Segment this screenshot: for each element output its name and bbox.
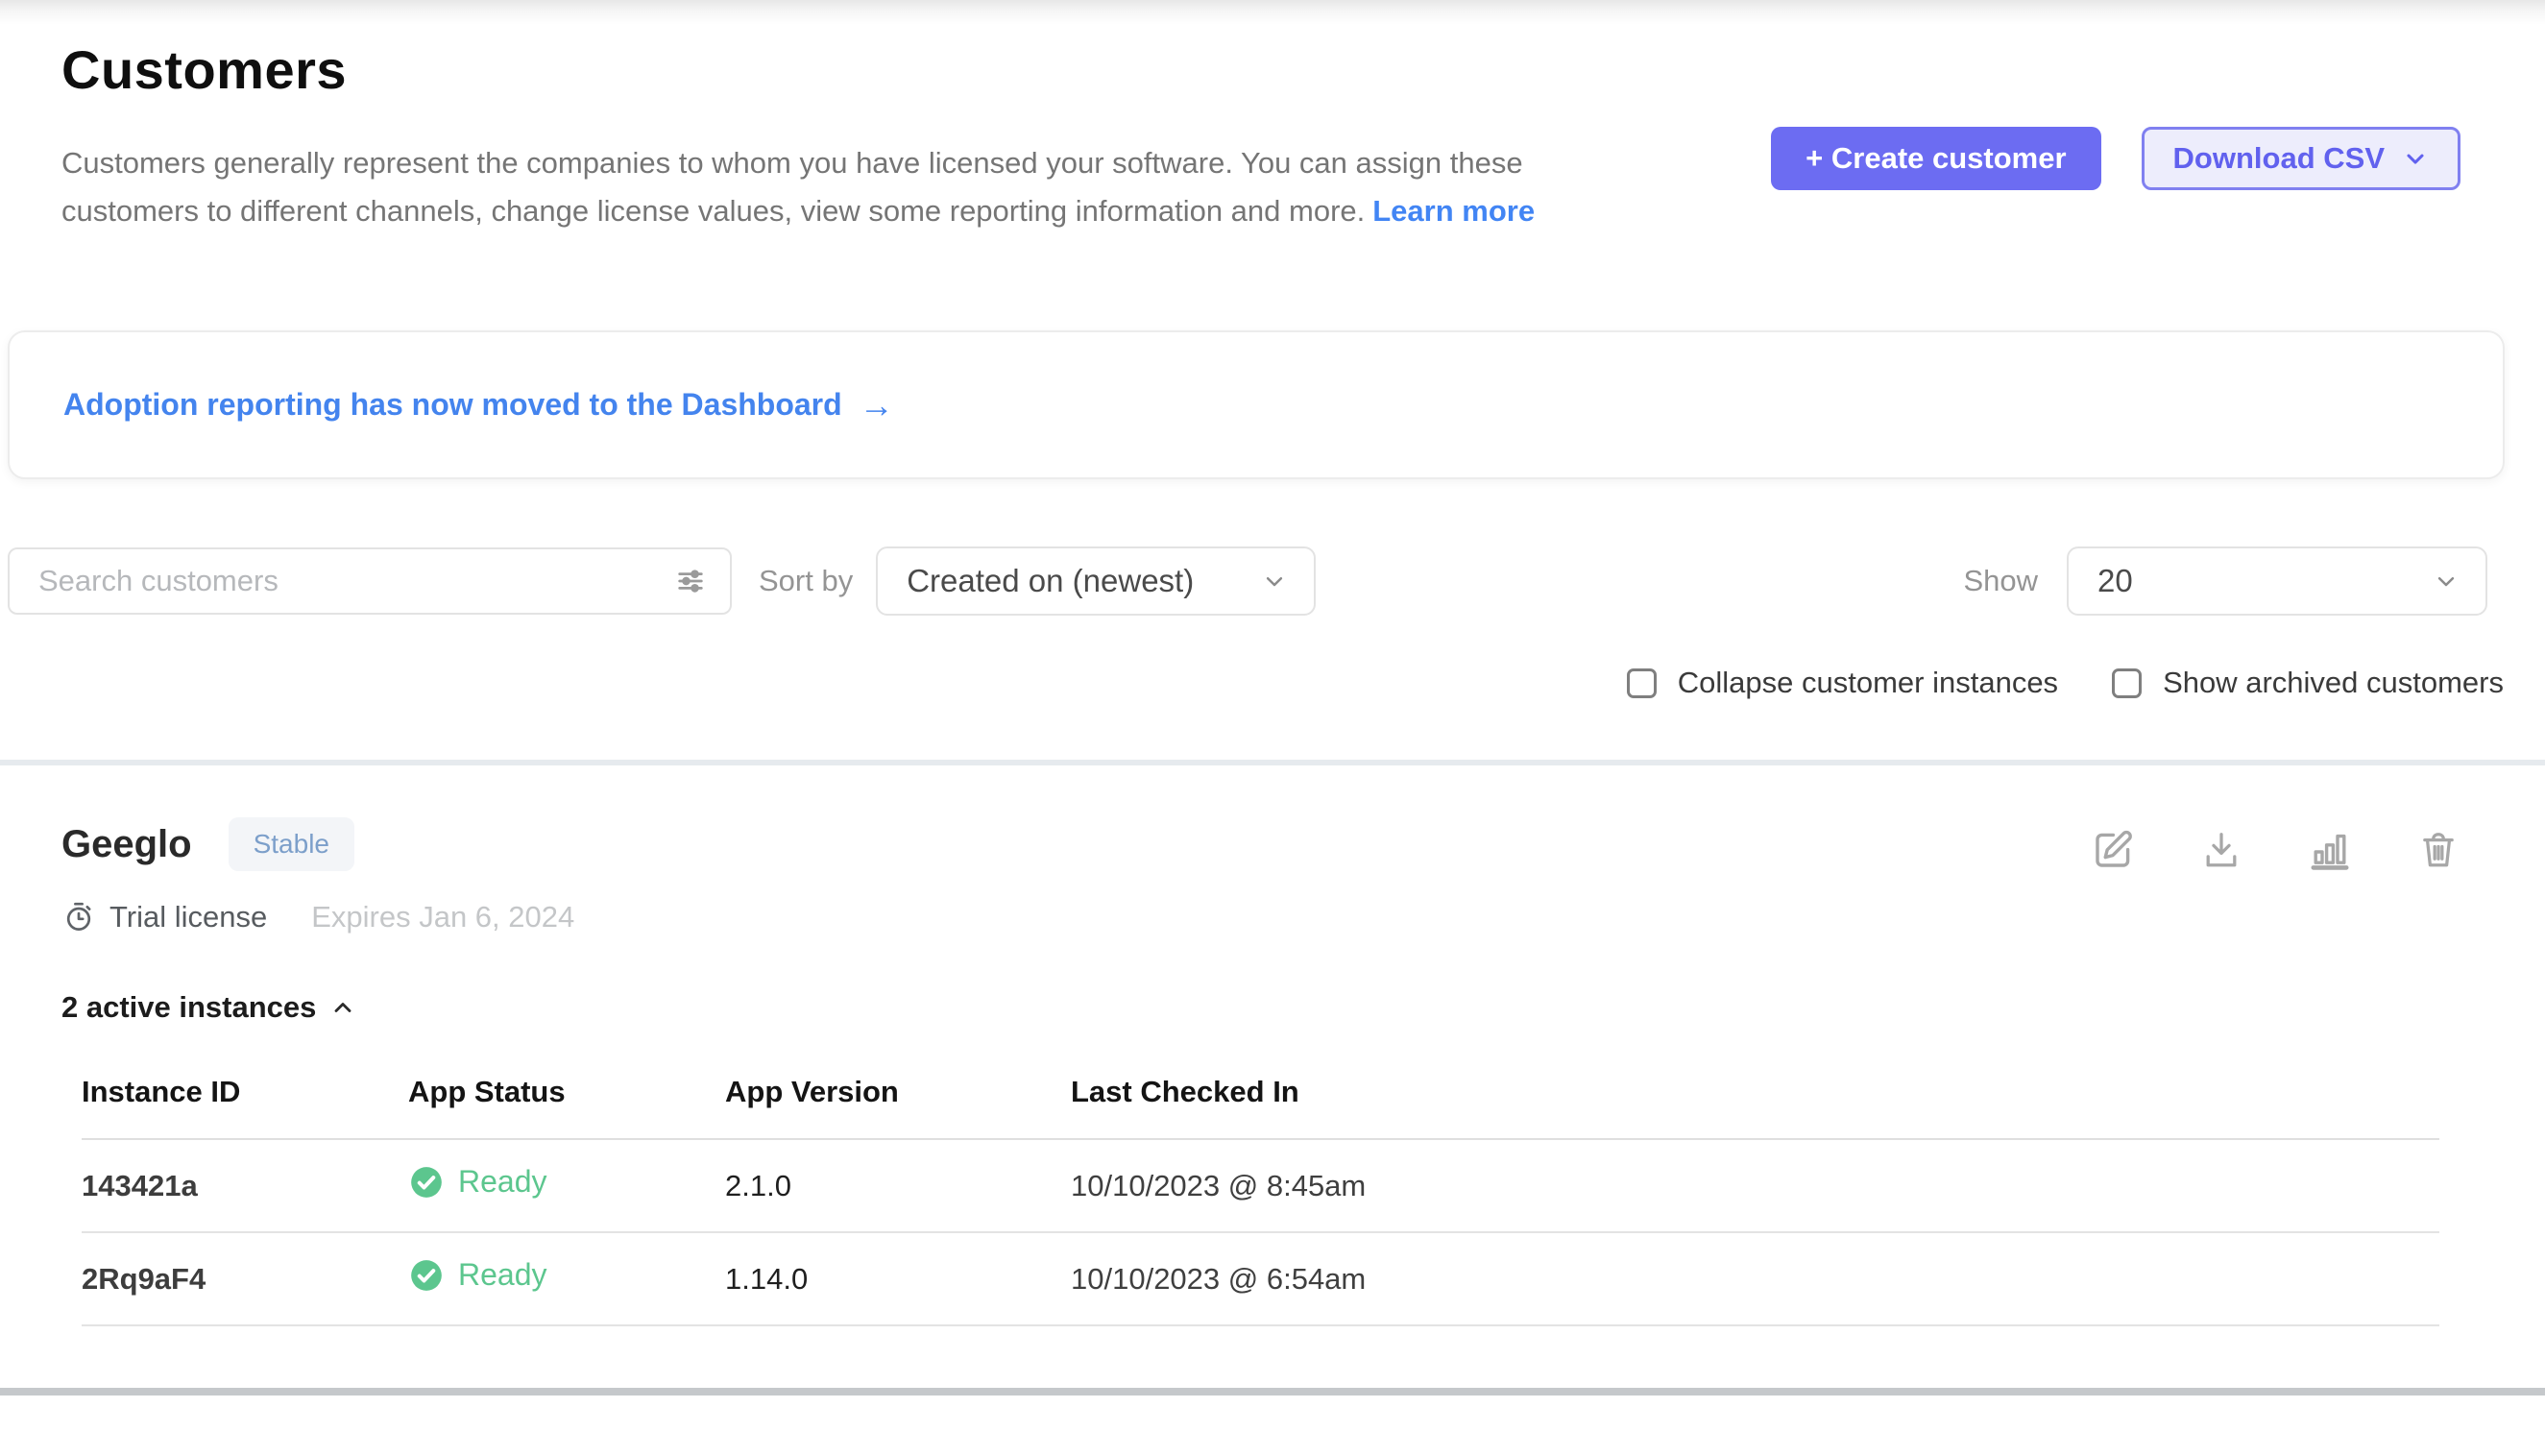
chevron-down-icon: [1260, 567, 1289, 595]
license-info: Trial license Expires Jan 6, 2024: [61, 900, 2460, 934]
sort-by-label: Sort by: [759, 564, 853, 598]
delete-customer-button[interactable]: [2416, 828, 2460, 872]
app-version: 2.1.0: [725, 1139, 1071, 1232]
instances-toggle[interactable]: 2 active instances: [61, 990, 356, 1025]
app-version: 1.14.0: [725, 1232, 1071, 1325]
sort-select-value: Created on (newest): [907, 563, 1194, 599]
page-description: Customers generally represent the compan…: [61, 139, 1665, 234]
download-icon: [2199, 828, 2243, 872]
chevron-down-icon: [2432, 567, 2460, 595]
license-type: Trial license: [109, 900, 267, 934]
arrow-right-icon: →: [860, 385, 894, 425]
column-header-app-version: App Version: [725, 1075, 1071, 1139]
edit-customer-button[interactable]: [2090, 827, 2136, 873]
timer-icon: [61, 900, 96, 934]
app-status-text: Ready: [458, 1164, 547, 1200]
channel-badge: Stable: [229, 817, 354, 871]
instances-label: 2 active instances: [61, 990, 316, 1025]
instance-id: 2Rq9aF4: [82, 1232, 408, 1325]
show-archived-label: Show archived customers: [2163, 666, 2504, 700]
chevron-down-icon: [2402, 145, 2429, 172]
list-controls: Sort by Created on (newest) Show 20: [0, 546, 2545, 616]
page-description-text: Customers generally represent the compan…: [61, 146, 1523, 228]
trash-icon: [2416, 828, 2460, 872]
app-status-text: Ready: [458, 1257, 547, 1293]
collapse-instances-checkbox[interactable]: Collapse customer instances: [1627, 666, 2058, 700]
edit-icon: [2090, 827, 2136, 873]
reports-button[interactable]: [2307, 827, 2353, 873]
page-title: Customers: [61, 38, 2484, 101]
search-input[interactable]: [8, 547, 732, 615]
learn-more-link[interactable]: Learn more: [1372, 194, 1535, 228]
instance-id: 143421a: [82, 1139, 408, 1232]
checkbox-icon: [1627, 668, 1657, 698]
check-circle-icon: [408, 1164, 445, 1201]
page-header: Customers Customers generally represent …: [0, 25, 2545, 234]
column-header-instance-id: Instance ID: [82, 1075, 408, 1139]
show-archived-checkbox[interactable]: Show archived customers: [2112, 666, 2504, 700]
view-options: Collapse customer instances Show archive…: [0, 666, 2545, 700]
table-row: 2Rq9aF4 Ready 1.14.0 10/10/2023 @ 6:54am: [82, 1232, 2439, 1325]
download-csv-button[interactable]: Download CSV: [2142, 127, 2460, 190]
search-box: [8, 547, 732, 615]
bar-chart-icon: [2307, 827, 2353, 873]
header-actions: + Create customer Download CSV: [1771, 127, 2460, 190]
customer-name: Geeglo: [61, 823, 192, 866]
chevron-up-icon: [329, 994, 356, 1021]
customer-card: Geeglo Stable: [0, 765, 2545, 1326]
create-customer-button[interactable]: + Create customer: [1771, 127, 2100, 190]
filter-sliders-icon[interactable]: [674, 565, 707, 597]
download-customer-button[interactable]: [2199, 828, 2243, 872]
last-checked-in: 10/10/2023 @ 6:54am: [1071, 1232, 2439, 1325]
column-header-last-checked-in: Last Checked In: [1071, 1075, 2439, 1139]
adoption-banner-text: Adoption reporting has now moved to the …: [63, 387, 842, 423]
show-select[interactable]: 20: [2067, 546, 2487, 616]
show-select-value: 20: [2097, 563, 2133, 599]
sort-select[interactable]: Created on (newest): [876, 546, 1316, 616]
table-row: 143421a Ready 2.1.0 10/10/2023 @ 8:45am: [82, 1139, 2439, 1232]
checkbox-icon: [2112, 668, 2142, 698]
license-expiry: Expires Jan 6, 2024: [311, 900, 574, 934]
top-shadow: [0, 0, 2545, 25]
check-circle-icon: [408, 1257, 445, 1294]
customer-actions: [2090, 827, 2460, 873]
app-status-cell: Ready: [408, 1232, 725, 1325]
app-status-cell: Ready: [408, 1139, 725, 1232]
instances-table: Instance ID App Status App Version Last …: [82, 1075, 2439, 1326]
column-header-app-status: App Status: [408, 1075, 725, 1139]
show-label: Show: [1963, 564, 2038, 598]
adoption-banner[interactable]: Adoption reporting has now moved to the …: [8, 330, 2505, 479]
card-bottom-divider: [0, 1388, 2545, 1395]
download-csv-label: Download CSV: [2173, 141, 2385, 176]
last-checked-in: 10/10/2023 @ 8:45am: [1071, 1139, 2439, 1232]
collapse-instances-label: Collapse customer instances: [1678, 666, 2058, 700]
